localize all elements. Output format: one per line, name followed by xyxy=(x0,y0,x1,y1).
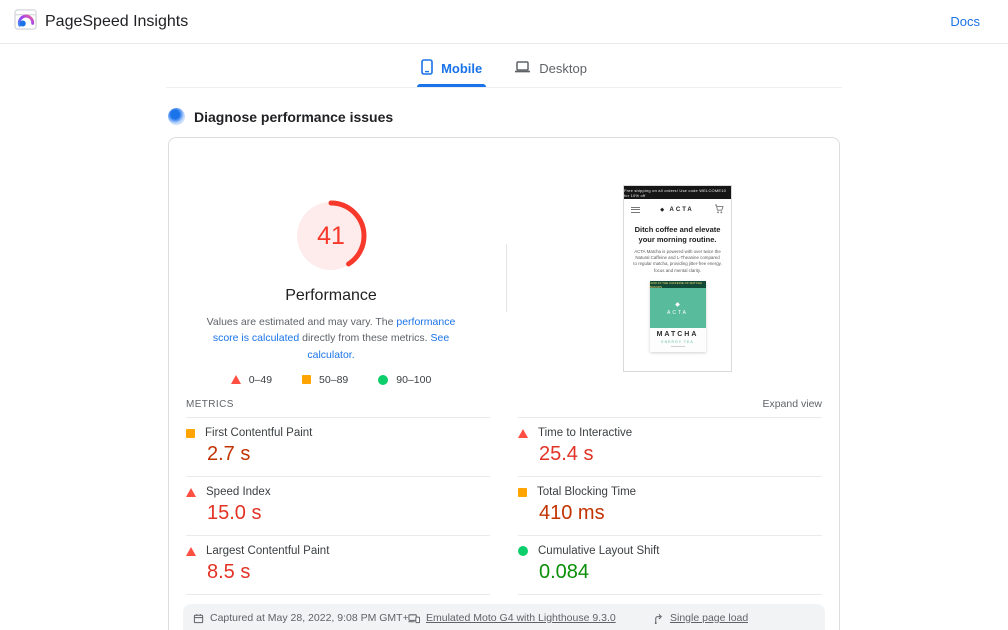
metric-time-to-interactive: Time to Interactive 25.4 s xyxy=(518,417,822,476)
performance-gauge: 41 xyxy=(295,200,367,272)
metric-name: Total Blocking Time xyxy=(537,486,636,498)
disclaimer-prefix: Values are estimated and may vary. The xyxy=(207,316,397,328)
average-square-icon xyxy=(302,375,311,384)
tab-mobile[interactable]: Mobile xyxy=(409,53,494,87)
cart-icon xyxy=(714,201,724,219)
lab-data-icon xyxy=(168,108,185,125)
metric-largest-contentful-paint: Largest Contentful Paint 8.5 s xyxy=(186,535,490,595)
expand-view-button[interactable]: Expand view xyxy=(762,398,822,410)
hamburger-menu-icon xyxy=(631,207,640,213)
performance-score-block: 41 Performance Values are estimated and … xyxy=(169,138,493,386)
legend-item-average: 50–89 xyxy=(302,374,348,386)
performance-label: Performance xyxy=(285,287,377,305)
fail-triangle-icon xyxy=(518,429,528,438)
disclaimer-middle: directly from these metrics. xyxy=(299,332,430,344)
pass-circle-icon xyxy=(378,375,388,385)
legend-range-label: 0–49 xyxy=(249,374,272,386)
fork-icon xyxy=(653,613,664,624)
metric-cumulative-layout-shift: Cumulative Layout Shift 0.084 xyxy=(518,535,822,595)
single-page-load-link[interactable]: Single page load xyxy=(653,612,892,624)
metric-name: Largest Contentful Paint xyxy=(206,545,329,557)
package-diamond-icon: ◆ xyxy=(675,301,680,308)
score-legend: 0–49 50–89 90–100 xyxy=(231,374,432,386)
metric-value: 25.4 s xyxy=(539,443,822,466)
lighthouse-report-card: 41 Performance Values are estimated and … xyxy=(168,137,840,630)
section-divider xyxy=(506,244,507,312)
matcha-package-image: NOW 2X THE CAFFEINE OF MATCHA BRANDS ◆ A… xyxy=(650,281,706,352)
metric-value: 2.7 s xyxy=(207,443,490,466)
capture-environment-bar: Captured at May 28, 2022, 9:08 PM GMT+5:… xyxy=(183,604,825,630)
metric-first-contentful-paint: First Contentful Paint 2.7 s xyxy=(186,417,490,476)
package-topband: NOW 2X THE CAFFEINE OF MATCHA BRANDS xyxy=(650,281,706,288)
pass-circle-icon xyxy=(518,546,528,556)
average-square-icon xyxy=(186,429,195,438)
tab-bar: Mobile Desktop xyxy=(166,44,842,88)
metric-value: 0.084 xyxy=(539,561,822,584)
package-subtitle: ENERGY TEA xyxy=(650,340,706,344)
legend-item-fail: 0–49 xyxy=(231,374,272,386)
tab-desktop-label: Desktop xyxy=(539,61,587,76)
package-brand: ACTA xyxy=(667,310,688,316)
legend-item-pass: 90–100 xyxy=(378,374,431,386)
metric-name: Time to Interactive xyxy=(538,427,632,439)
docs-link[interactable]: Docs xyxy=(950,14,980,29)
fail-triangle-icon xyxy=(186,547,196,556)
metric-value: 410 ms xyxy=(539,502,822,525)
metric-speed-index: Speed Index 15.0 s xyxy=(186,476,490,535)
package-title: MATCHA xyxy=(650,331,706,338)
emulated-device-link[interactable]: Emulated Moto G4 with Lighthouse 9.3.0 xyxy=(408,612,653,624)
calendar-icon xyxy=(193,613,204,624)
final-screenshot-thumbnail[interactable]: Free shipping on all orders! Use code WE… xyxy=(623,185,732,372)
metric-total-blocking-time: Total Blocking Time 410 ms xyxy=(518,476,822,535)
performance-score-value: 41 xyxy=(295,200,367,272)
phone-nav: ◆ ACTA xyxy=(624,199,731,220)
tab-mobile-label: Mobile xyxy=(441,61,482,76)
page-title: PageSpeed Insights xyxy=(45,13,188,31)
metric-value: 15.0 s xyxy=(207,502,490,525)
metrics-heading: METRICS xyxy=(186,399,234,410)
pagespeed-logo-icon xyxy=(14,8,37,36)
metric-name: Speed Index xyxy=(206,486,271,498)
screenshot-body-text: ACTA Matcha is powered with over twice t… xyxy=(624,249,731,275)
fail-triangle-icon xyxy=(186,488,196,497)
mobile-phone-icon xyxy=(421,59,433,78)
diagnose-title: Diagnose performance issues xyxy=(194,109,393,125)
score-disclaimer: Values are estimated and may vary. The p… xyxy=(193,314,469,363)
diagnose-section-header: Diagnose performance issues xyxy=(168,108,840,125)
desktop-laptop-icon xyxy=(514,60,531,77)
app-header: PageSpeed Insights Docs xyxy=(0,0,1008,44)
metrics-grid: First Contentful Paint 2.7 s Speed Index… xyxy=(169,417,839,595)
devices-icon xyxy=(408,613,420,624)
acta-logo: ◆ ACTA xyxy=(660,207,694,213)
tab-desktop[interactable]: Desktop xyxy=(502,53,599,87)
average-square-icon xyxy=(518,488,527,497)
metric-value: 8.5 s xyxy=(207,561,490,584)
legend-range-label: 50–89 xyxy=(319,374,348,386)
fail-triangle-icon xyxy=(231,375,241,384)
captured-at: Captured at May 28, 2022, 9:08 PM GMT+5:… xyxy=(193,612,408,624)
metrics-header-row: METRICS Expand view xyxy=(169,390,839,417)
brand: PageSpeed Insights xyxy=(14,8,188,36)
screenshot-headline: Ditch coffee and elevate your morning ro… xyxy=(624,225,731,245)
metric-name: First Contentful Paint xyxy=(205,427,312,439)
promo-bar: Free shipping on all orders! Use code WE… xyxy=(624,186,731,199)
metric-name: Cumulative Layout Shift xyxy=(538,545,659,557)
legend-range-label: 90–100 xyxy=(396,374,431,386)
